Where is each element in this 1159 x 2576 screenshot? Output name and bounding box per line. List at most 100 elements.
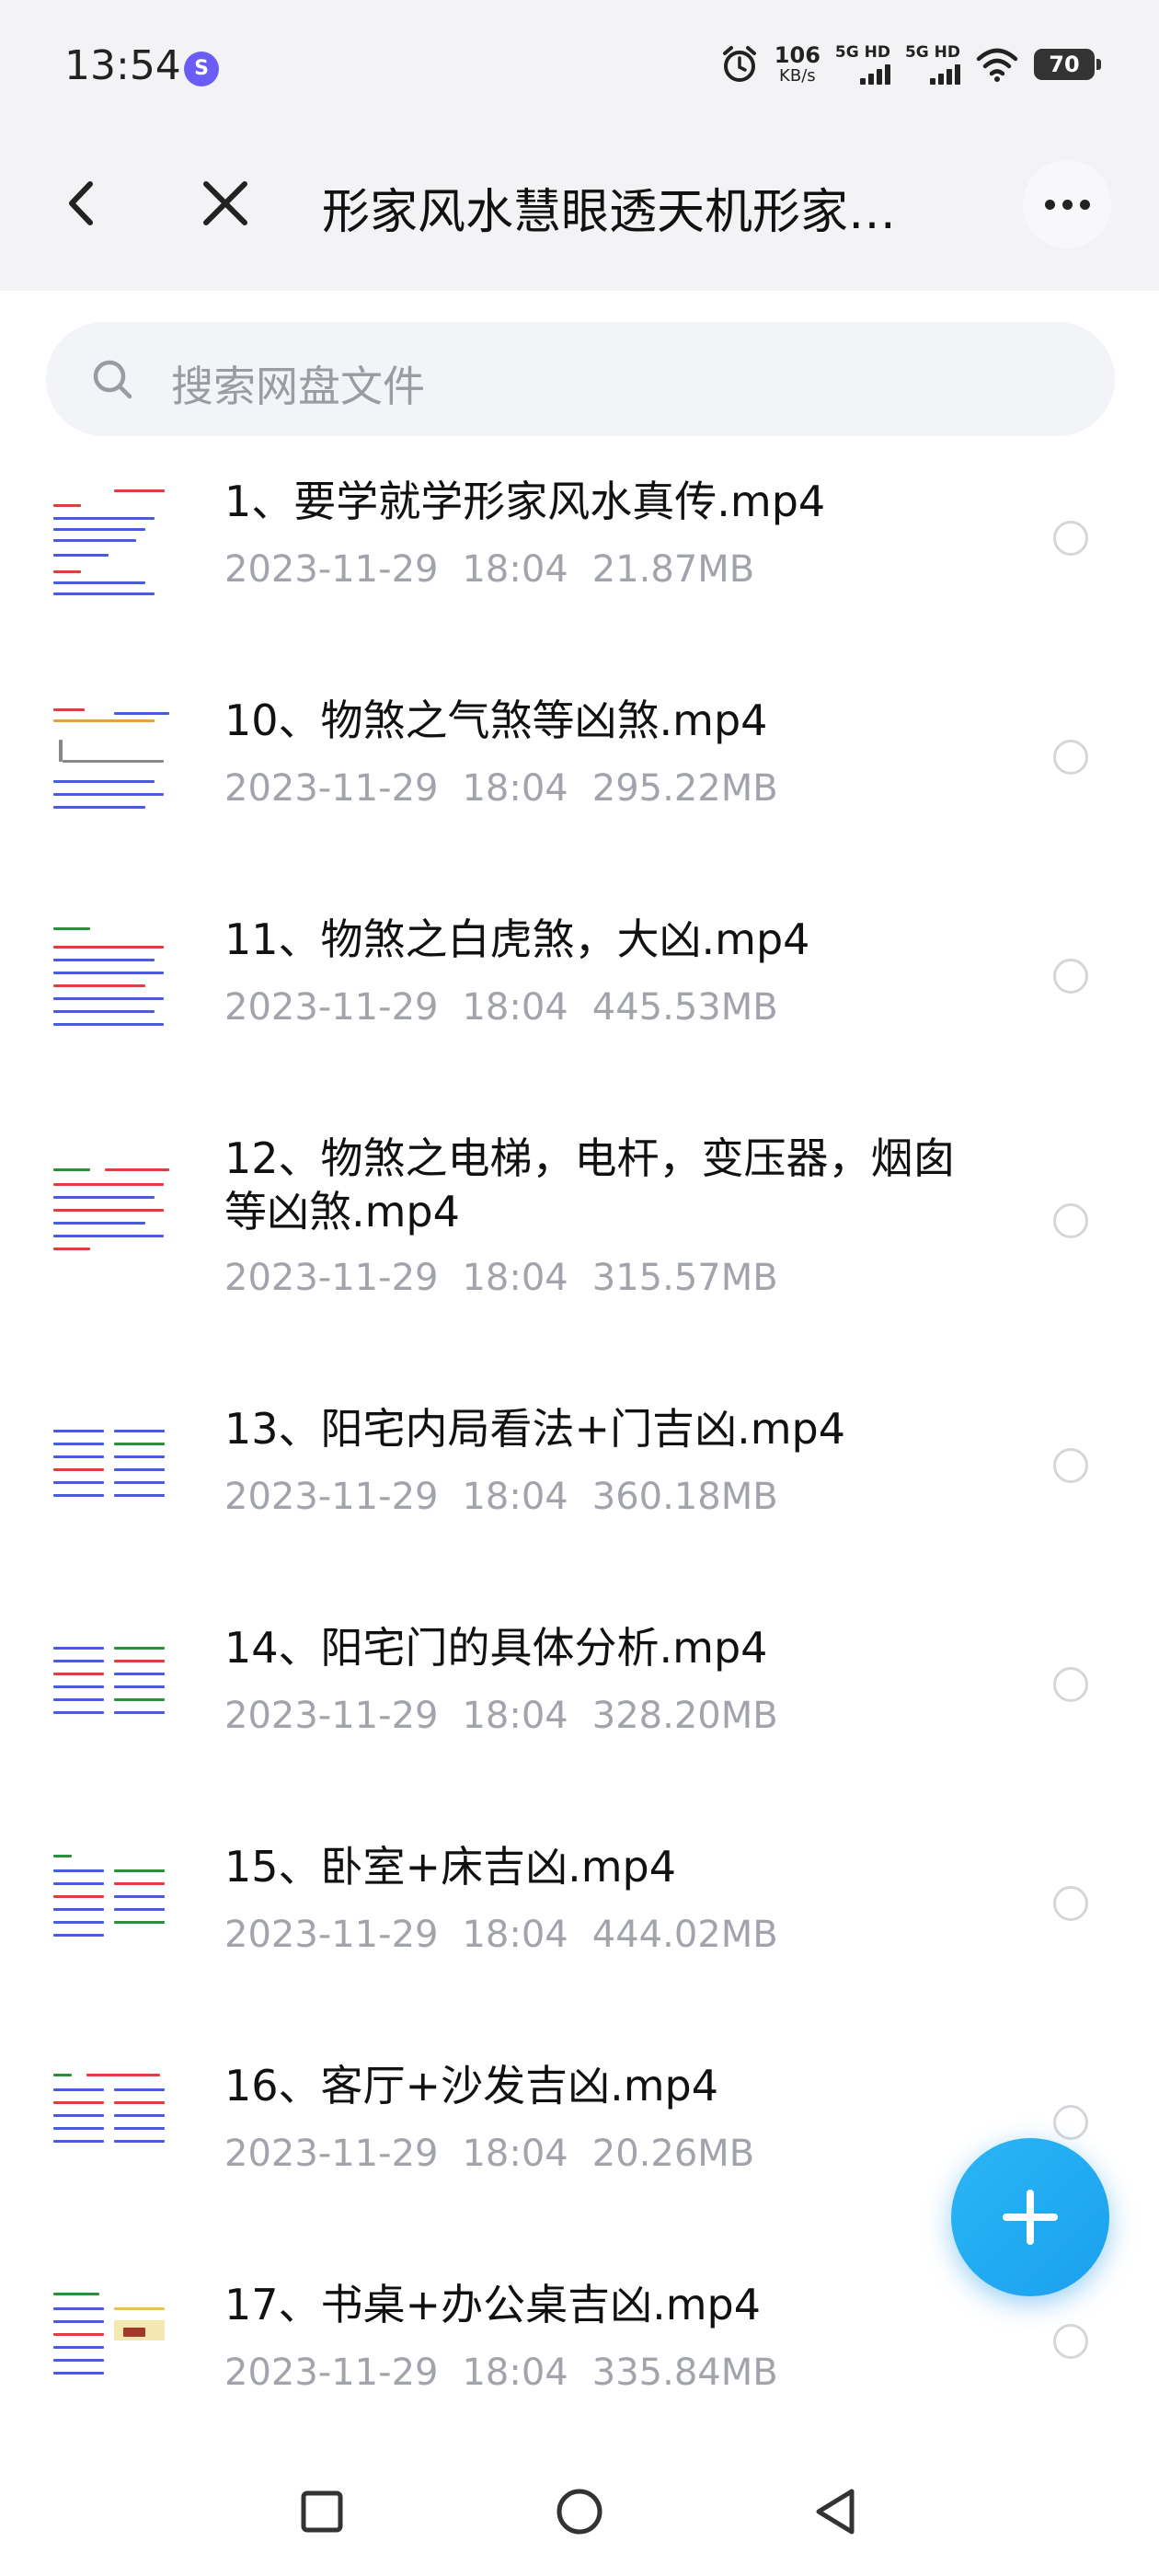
file-row[interactable]: 10、物煞之气煞等凶煞.mp4 2023-11-29 18:04 295.22MB (0, 670, 1159, 889)
file-size: 335.84MB (591, 2352, 778, 2394)
video-thumbnail (50, 2287, 175, 2407)
dot-icon (1061, 199, 1073, 210)
file-date: 2023-11-29 (224, 548, 439, 591)
file-size: 21.87MB (591, 548, 755, 591)
sim1-signal: 5G HD (834, 42, 890, 85)
status-bar: 13:54 S 106 KB/s 5G HD 5G HD 70 (0, 0, 1159, 116)
search-icon (93, 360, 132, 399)
file-size: 360.18MB (591, 1476, 778, 1518)
file-time: 18:04 (462, 548, 568, 591)
status-indicators: 106 KB/s 5G HD 5G HD 70 (719, 37, 1101, 92)
select-checkbox[interactable] (1053, 1886, 1088, 1921)
file-size: 328.20MB (591, 1695, 778, 1737)
file-name: 13、阳宅内局看法+门吉凶.mp4 (224, 1404, 845, 1454)
video-thumbnail (50, 703, 175, 822)
more-options-button[interactable] (1023, 160, 1111, 248)
file-size: 295.22MB (591, 767, 778, 810)
status-time: 13:54 (64, 42, 181, 89)
sim1-label: 5G HD (834, 42, 890, 62)
recent-apps-icon[interactable] (294, 2484, 350, 2539)
signal-bars-icon (859, 63, 890, 85)
file-meta: 2023-11-29 18:04 21.87MB (224, 548, 778, 591)
file-name: 14、阳宅门的具体分析.mp4 (224, 1623, 768, 1673)
video-thumbnail (50, 2068, 175, 2188)
top-nav-bar: 形家风水慧眼透天机形家… (0, 116, 1159, 291)
file-time: 18:04 (462, 986, 568, 1029)
file-meta: 2023-11-29 18:04 328.20MB (224, 1695, 802, 1737)
file-date: 2023-11-29 (224, 2133, 439, 2175)
file-time: 18:04 (462, 1476, 568, 1518)
file-name: 17、书桌+办公桌吉凶.mp4 (224, 2280, 761, 2329)
file-meta: 2023-11-29 18:04 315.57MB (224, 1257, 802, 1299)
battery-indicator: 70 (1034, 49, 1101, 80)
file-size: 315.57MB (591, 1257, 778, 1299)
video-thumbnail (50, 1849, 175, 1969)
dot-icon (1079, 199, 1090, 210)
system-navigation-bar (0, 2447, 1159, 2576)
page-title: 形家风水慧眼透天机形家… (322, 185, 897, 237)
home-icon[interactable] (552, 2484, 607, 2539)
select-checkbox[interactable] (1053, 1667, 1088, 1702)
file-list-screen: 13:54 S 106 KB/s 5G HD 5G HD 70 形家风水慧眼透天… (0, 0, 1159, 2576)
sim2-label: 5G HD (904, 42, 960, 62)
file-meta: 2023-11-29 18:04 360.18MB (224, 1476, 802, 1518)
file-meta: 2023-11-29 18:04 445.53MB (224, 986, 802, 1029)
file-time: 18:04 (462, 2133, 568, 2175)
file-time: 18:04 (462, 1695, 568, 1737)
video-thumbnail (50, 484, 175, 604)
app-notification-icon: S (184, 52, 219, 86)
file-row[interactable]: 12、物煞之电梯，电杆，变压器，烟囱等凶煞.mp4 2023-11-29 18:0… (0, 1108, 1159, 1378)
network-speed-unit: KB/s (779, 66, 816, 86)
select-checkbox[interactable] (1053, 959, 1088, 994)
video-thumbnail (50, 922, 175, 1041)
video-thumbnail (50, 1630, 175, 1750)
search-input[interactable]: 搜索网盘文件 (46, 322, 1115, 436)
file-row[interactable]: 11、物煞之白虎煞，大凶.mp4 2023-11-29 18:04 445.53MB (0, 889, 1159, 1108)
file-time: 18:04 (462, 1914, 568, 1956)
network-speed: 106 KB/s (775, 44, 820, 85)
file-name: 1、要学就学形家风水真传.mp4 (224, 477, 826, 526)
file-date: 2023-11-29 (224, 1695, 439, 1737)
file-time: 18:04 (462, 2352, 568, 2394)
file-size: 445.53MB (591, 986, 778, 1029)
network-speed-value: 106 (774, 42, 820, 68)
file-meta: 2023-11-29 18:04 335.84MB (224, 2352, 802, 2394)
file-row[interactable]: 17、书桌+办公桌吉凶.mp4 2023-11-29 18:04 335.84MB (0, 2254, 1159, 2473)
file-name: 11、物煞之白虎煞，大凶.mp4 (224, 914, 810, 964)
dot-icon (1044, 199, 1055, 210)
select-checkbox[interactable] (1053, 2324, 1088, 2359)
file-name: 15、卧室+床吉凶.mp4 (224, 1842, 676, 1892)
file-meta: 2023-11-29 18:04 20.26MB (224, 2133, 778, 2175)
video-thumbnail (50, 1411, 175, 1531)
file-name: 16、客厅+沙发吉凶.mp4 (224, 2061, 718, 2110)
file-row[interactable]: 15、卧室+床吉凶.mp4 2023-11-29 18:04 444.02MB (0, 1816, 1159, 2035)
file-date: 2023-11-29 (224, 767, 439, 810)
file-row[interactable]: 1、要学就学形家风水真传.mp4 2023-11-29 18:04 21.87MB (0, 451, 1159, 670)
file-row[interactable]: 13、阳宅内局看法+门吉凶.mp4 2023-11-29 18:04 360.18M… (0, 1378, 1159, 1597)
select-checkbox[interactable] (1053, 521, 1088, 556)
select-checkbox[interactable] (1053, 740, 1088, 775)
search-placeholder: 搜索网盘文件 (171, 362, 425, 411)
back-icon[interactable] (50, 171, 114, 236)
file-date: 2023-11-29 (224, 1257, 439, 1299)
back-nav-icon[interactable] (809, 2484, 865, 2539)
file-date: 2023-11-29 (224, 1914, 439, 1956)
video-thumbnail (50, 1163, 175, 1282)
wifi-icon (976, 48, 1018, 82)
file-size: 20.26MB (591, 2133, 755, 2175)
file-size: 444.02MB (591, 1914, 778, 1956)
file-row[interactable]: 14、阳宅门的具体分析.mp4 2023-11-29 18:04 328.20MB (0, 1597, 1159, 1816)
file-meta: 2023-11-29 18:04 444.02MB (224, 1914, 802, 1956)
add-button[interactable] (951, 2138, 1109, 2296)
file-name: 12、物煞之电梯，电杆，变压器，烟囱等凶煞.mp4 (224, 1133, 956, 1236)
file-date: 2023-11-29 (224, 986, 439, 1029)
close-icon[interactable] (193, 171, 258, 236)
select-checkbox[interactable] (1053, 1448, 1088, 1483)
file-time: 18:04 (462, 1257, 568, 1299)
alarm-icon (722, 46, 756, 82)
select-checkbox[interactable] (1053, 2105, 1088, 2140)
signal-bars-icon (930, 63, 960, 85)
select-checkbox[interactable] (1053, 1203, 1088, 1238)
file-date: 2023-11-29 (224, 2352, 439, 2394)
file-time: 18:04 (462, 767, 568, 810)
